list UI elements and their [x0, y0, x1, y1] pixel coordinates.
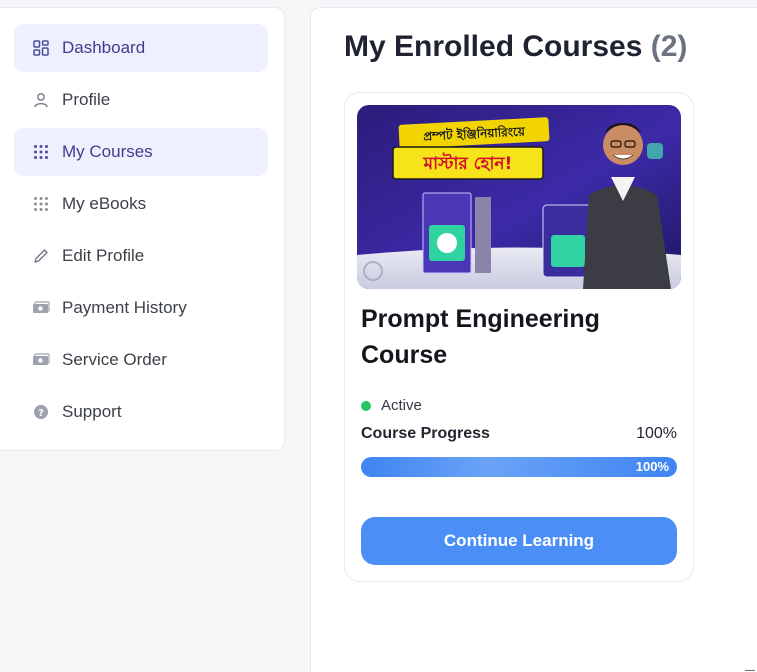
course-card: প্রম্পট ইঞ্জিনিয়ারিংয়ে মাস্টার হোন! Pr…: [344, 92, 694, 582]
sidebar: Dashboard Profile My Courses My eBooks E…: [0, 7, 285, 451]
corner-artifact: —: [745, 665, 755, 672]
sidebar-item-label: Dashboard: [62, 38, 146, 57]
cash-icon: [32, 299, 50, 317]
help-icon: ?: [32, 403, 50, 421]
grid-icon: [32, 39, 50, 57]
sidebar-item-support[interactable]: ? Support: [14, 388, 268, 436]
pencil-icon: [32, 247, 50, 265]
course-count: (2): [650, 30, 688, 63]
status-text: Active: [381, 397, 422, 414]
sidebar-item-label: Edit Profile: [62, 246, 145, 265]
sidebar-item-label: Profile: [62, 90, 111, 109]
progress-bar-fill: [361, 457, 677, 477]
page-title: My Enrolled Courses (2): [344, 30, 687, 64]
sidebar-item-profile[interactable]: Profile: [14, 76, 268, 124]
progress-bar: 100%: [361, 457, 677, 477]
progress-row: Course Progress 100%: [361, 425, 677, 443]
user-icon: [32, 91, 50, 109]
sidebar-item-edit-profile[interactable]: Edit Profile: [14, 232, 268, 280]
sidebar-item-label: My Courses: [62, 142, 153, 161]
sidebar-item-payment-history[interactable]: Payment History: [14, 284, 268, 332]
progress-value: 100%: [636, 425, 677, 442]
thumbnail-headline-bottom: মাস্টার হোন!: [423, 152, 513, 174]
sidebar-item-label: Service Order: [62, 350, 167, 369]
sidebar-item-my-courses[interactable]: My Courses: [14, 128, 268, 176]
sidebar-item-service-order[interactable]: Service Order: [14, 336, 268, 384]
continue-learning-button[interactable]: Continue Learning: [361, 517, 677, 565]
sidebar-item-label: Support: [62, 402, 122, 421]
sidebar-item-my-ebooks[interactable]: My eBooks: [14, 180, 268, 228]
course-title[interactable]: Prompt Engineering Course: [361, 301, 661, 373]
sidebar-item-dashboard[interactable]: Dashboard: [14, 24, 268, 72]
sidebar-item-label: My eBooks: [62, 194, 147, 213]
svg-text:?: ?: [38, 408, 44, 419]
sidebar-item-label: Payment History: [62, 298, 187, 317]
status-badge: Active: [361, 397, 422, 414]
thumbnail-illustration: প্রম্পট ইঞ্জিনিয়ারিংয়ে মাস্টার হোন!: [357, 105, 681, 289]
cash-icon: [32, 351, 50, 369]
status-dot: [361, 400, 371, 411]
page: Dashboard Profile My Courses My eBooks E…: [0, 0, 757, 672]
main-panel: My Enrolled Courses (2) প্রম্পট ইঞ্জিনিয…: [310, 7, 757, 672]
progress-label: Course Progress: [361, 425, 490, 442]
dots-grid-icon: [32, 143, 50, 161]
page-title-text: My Enrolled Courses: [344, 30, 643, 63]
course-thumbnail[interactable]: প্রম্পট ইঞ্জিনিয়ারিংয়ে মাস্টার হোন!: [357, 105, 681, 289]
dots-grid-icon: [32, 195, 50, 213]
progress-bar-text: 100%: [635, 459, 669, 474]
